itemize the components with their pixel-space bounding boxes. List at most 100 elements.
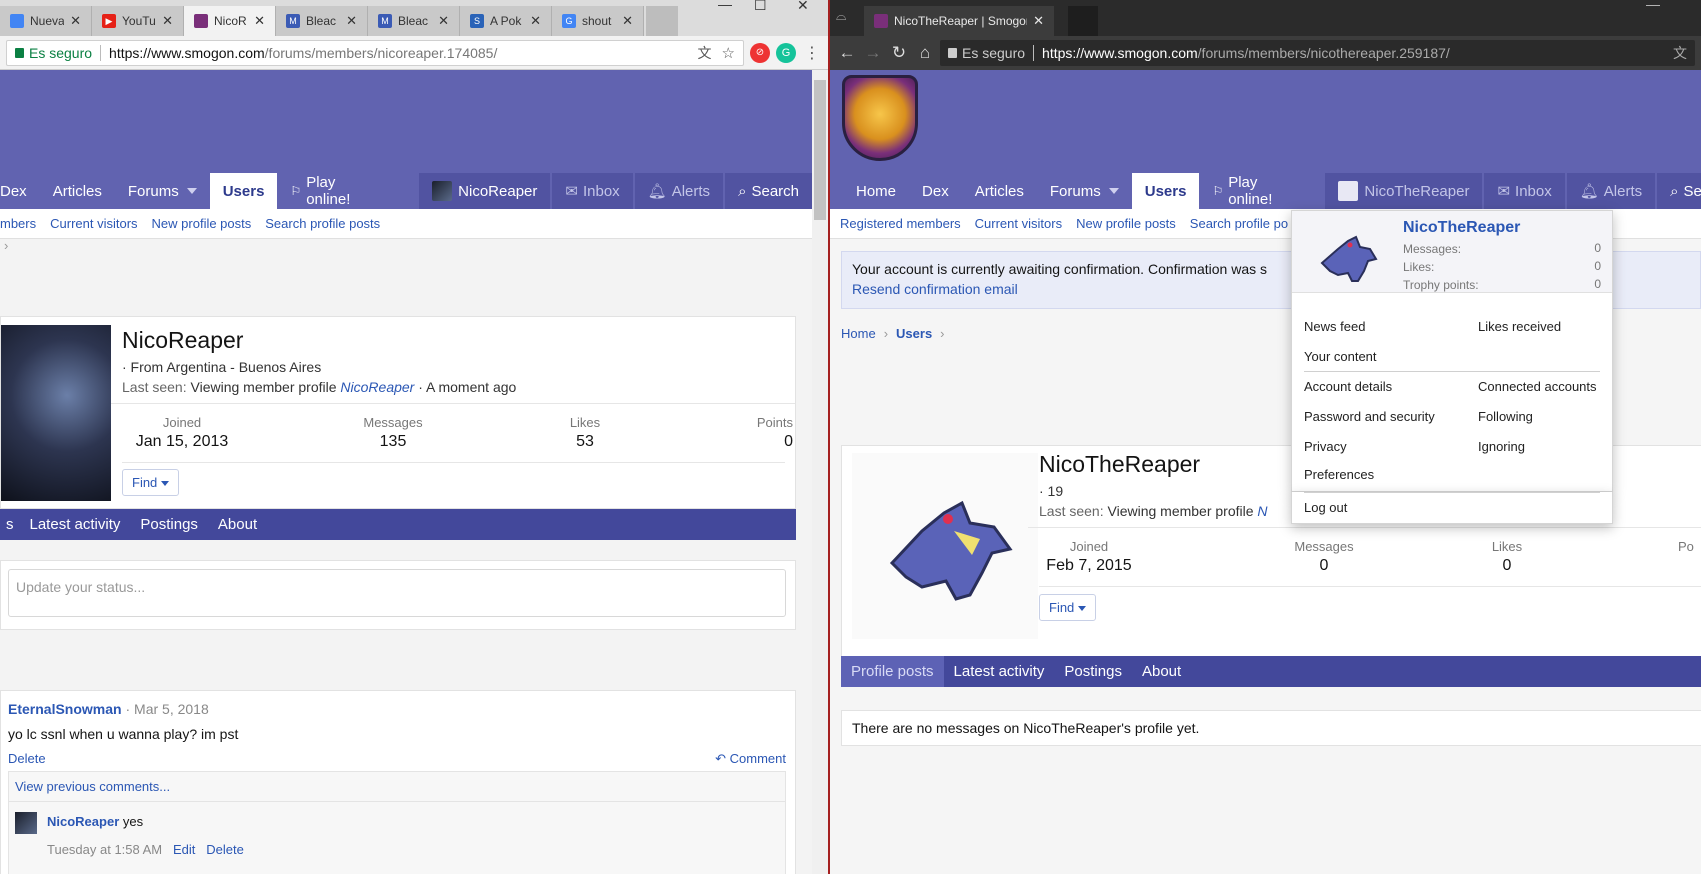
reply-edit-link[interactable]: Edit xyxy=(173,842,195,857)
nav-users[interactable]: Users xyxy=(1131,173,1200,209)
find-button[interactable]: Find xyxy=(122,469,180,496)
stat-messages[interactable]: Messages 0 xyxy=(1282,539,1366,575)
tab-about[interactable]: About xyxy=(1132,656,1191,687)
browser-tab-active[interactable]: NicoTheReaper | Smogon ✕ xyxy=(864,6,1054,36)
bookmark-star-icon[interactable]: ☆ xyxy=(722,44,735,62)
profile-avatar[interactable] xyxy=(852,453,1038,639)
stat-points[interactable]: Po xyxy=(1678,539,1701,554)
nav-inbox[interactable]: ✉ Inbox xyxy=(1484,173,1565,209)
close-tab-icon[interactable]: ✕ xyxy=(70,13,81,29)
tab-postings[interactable]: Postings xyxy=(1054,656,1132,687)
nav-home[interactable]: Home xyxy=(830,173,909,209)
nav-dex[interactable]: Dex xyxy=(909,173,962,209)
nav-search[interactable]: ⌕ Search xyxy=(725,173,812,209)
browser-tab[interactable]: ▶ YouTu ✕ xyxy=(92,6,184,36)
stat-likes[interactable]: Likes 0 xyxy=(1482,539,1532,575)
subnav-members[interactable]: mbers xyxy=(0,216,36,231)
subnav-new-profile-posts[interactable]: New profile posts xyxy=(152,216,252,231)
close-tab-icon[interactable]: ✕ xyxy=(254,13,265,29)
browser-tab[interactable]: M Bleac ✕ xyxy=(276,6,368,36)
menu-following[interactable]: Following xyxy=(1478,409,1533,424)
browser-tab[interactable]: M Bleac ✕ xyxy=(368,6,460,36)
menu-account-details[interactable]: Account details xyxy=(1304,379,1392,394)
close-tab-icon[interactable]: ✕ xyxy=(622,13,633,29)
nav-search[interactable]: ⌕Sea xyxy=(1657,173,1701,209)
stat-messages[interactable]: Messages 135 xyxy=(351,415,435,451)
menu-password-security[interactable]: Password and security xyxy=(1304,409,1435,424)
scrollbar[interactable] xyxy=(812,70,828,874)
smogon-logo[interactable] xyxy=(842,75,918,161)
nav-forums[interactable]: Forums xyxy=(1037,173,1132,209)
secure-indicator[interactable]: Es seguro xyxy=(948,45,1025,61)
nav-account[interactable]: NicoTheReaper xyxy=(1325,173,1483,209)
menu-your-content[interactable]: Your content xyxy=(1304,349,1377,364)
dropdown-username[interactable]: NicoTheReaper xyxy=(1403,219,1520,237)
close-window-icon[interactable]: ✕ xyxy=(797,0,809,14)
minimize-icon[interactable]: — xyxy=(1646,0,1660,12)
menu-privacy[interactable]: Privacy xyxy=(1304,439,1347,454)
nav-account[interactable]: NicoReaper xyxy=(419,173,551,209)
minimize-icon[interactable]: — xyxy=(718,0,732,12)
address-bar[interactable]: Es seguro https://www.smogon.com/forums/… xyxy=(6,39,744,66)
crumb-home[interactable]: Home xyxy=(841,326,876,341)
tab-profile-posts[interactable]: s xyxy=(0,509,20,540)
subnav-search-profile-posts[interactable]: Search profile po xyxy=(1190,216,1288,231)
profile-avatar[interactable] xyxy=(1,325,111,501)
grammarly-icon[interactable]: G xyxy=(776,42,796,63)
subnav-registered-members[interactable]: Registered members xyxy=(840,216,961,231)
menu-news-feed[interactable]: News feed xyxy=(1304,319,1365,334)
forward-icon[interactable]: → xyxy=(862,43,884,63)
home-icon[interactable]: ⌂ xyxy=(914,43,936,63)
post-author[interactable]: EternalSnowman xyxy=(8,701,122,717)
crumb-users[interactable]: Users xyxy=(896,326,932,341)
stat-points[interactable]: Points 0 xyxy=(741,415,793,451)
reply-avatar[interactable] xyxy=(15,812,37,834)
menu-ignoring[interactable]: Ignoring xyxy=(1478,439,1525,454)
close-tab-icon[interactable]: ✕ xyxy=(162,13,173,29)
extension-icon[interactable]: ⊘ xyxy=(750,42,770,63)
nav-articles[interactable]: Articles xyxy=(40,173,115,209)
nav-users[interactable]: Users xyxy=(209,173,278,209)
browser-tab-active[interactable]: NicoR ✕ xyxy=(184,6,276,36)
close-tab-icon[interactable]: ✕ xyxy=(346,13,357,29)
nav-articles[interactable]: Articles xyxy=(962,173,1037,209)
close-tab-icon[interactable]: ✕ xyxy=(438,13,449,29)
subnav-current-visitors[interactable]: Current visitors xyxy=(50,216,137,231)
back-icon[interactable]: ← xyxy=(836,43,858,63)
nav-forums[interactable]: Forums xyxy=(115,173,210,209)
browser-tab[interactable]: Nueva pe✕ xyxy=(0,6,92,36)
menu-log-out[interactable]: Log out xyxy=(1304,500,1347,515)
close-tab-icon[interactable]: ✕ xyxy=(530,13,541,29)
reply-author[interactable]: NicoReaper xyxy=(47,814,119,829)
menu-likes-received[interactable]: Likes received xyxy=(1478,319,1561,334)
new-tab-button[interactable] xyxy=(646,6,678,36)
menu-icon[interactable]: ⋮ xyxy=(802,43,822,63)
reload-icon[interactable]: ↻ xyxy=(888,43,910,63)
last-seen-link[interactable]: N xyxy=(1257,503,1267,519)
scrollbar-thumb[interactable] xyxy=(814,80,826,220)
tab-latest-activity[interactable]: Latest activity xyxy=(944,656,1055,687)
subnav-search-profile-posts[interactable]: Search profile posts xyxy=(265,216,380,231)
tab-profile-posts[interactable]: Profile posts xyxy=(841,656,944,687)
nav-alerts[interactable]: 🔔︎ Alerts xyxy=(1566,173,1656,209)
tab-latest-activity[interactable]: Latest activity xyxy=(20,509,131,540)
post-comment-link[interactable]: ↶ Comment xyxy=(715,751,786,767)
post-delete-link[interactable]: Delete xyxy=(8,751,46,766)
find-button[interactable]: Find xyxy=(1039,594,1097,621)
tab-postings[interactable]: Postings xyxy=(130,509,208,540)
view-previous-comments[interactable]: View previous comments... xyxy=(9,772,785,802)
stat-likes[interactable]: Likes 53 xyxy=(559,415,611,451)
new-tab-button[interactable] xyxy=(1068,6,1098,36)
maximize-icon[interactable]: ☐ xyxy=(754,0,767,14)
menu-connected-accounts[interactable]: Connected accounts xyxy=(1478,379,1597,394)
browser-tab[interactable]: Gshout ✕ xyxy=(552,6,644,36)
nav-inbox[interactable]: ✉ Inbox xyxy=(552,173,633,209)
menu-preferences[interactable]: Preferences xyxy=(1304,467,1374,482)
translate-icon[interactable]: ⽂ xyxy=(1673,43,1687,63)
nav-play-online[interactable]: ⚐ Play online! xyxy=(277,173,387,209)
last-seen-link[interactable]: NicoReaper xyxy=(340,379,414,395)
status-input[interactable]: Update your status... xyxy=(8,569,786,617)
browser-tab[interactable]: SA Pok ✕ xyxy=(460,6,552,36)
secure-indicator[interactable]: Es seguro xyxy=(15,45,92,61)
tab-about[interactable]: About xyxy=(208,509,267,540)
